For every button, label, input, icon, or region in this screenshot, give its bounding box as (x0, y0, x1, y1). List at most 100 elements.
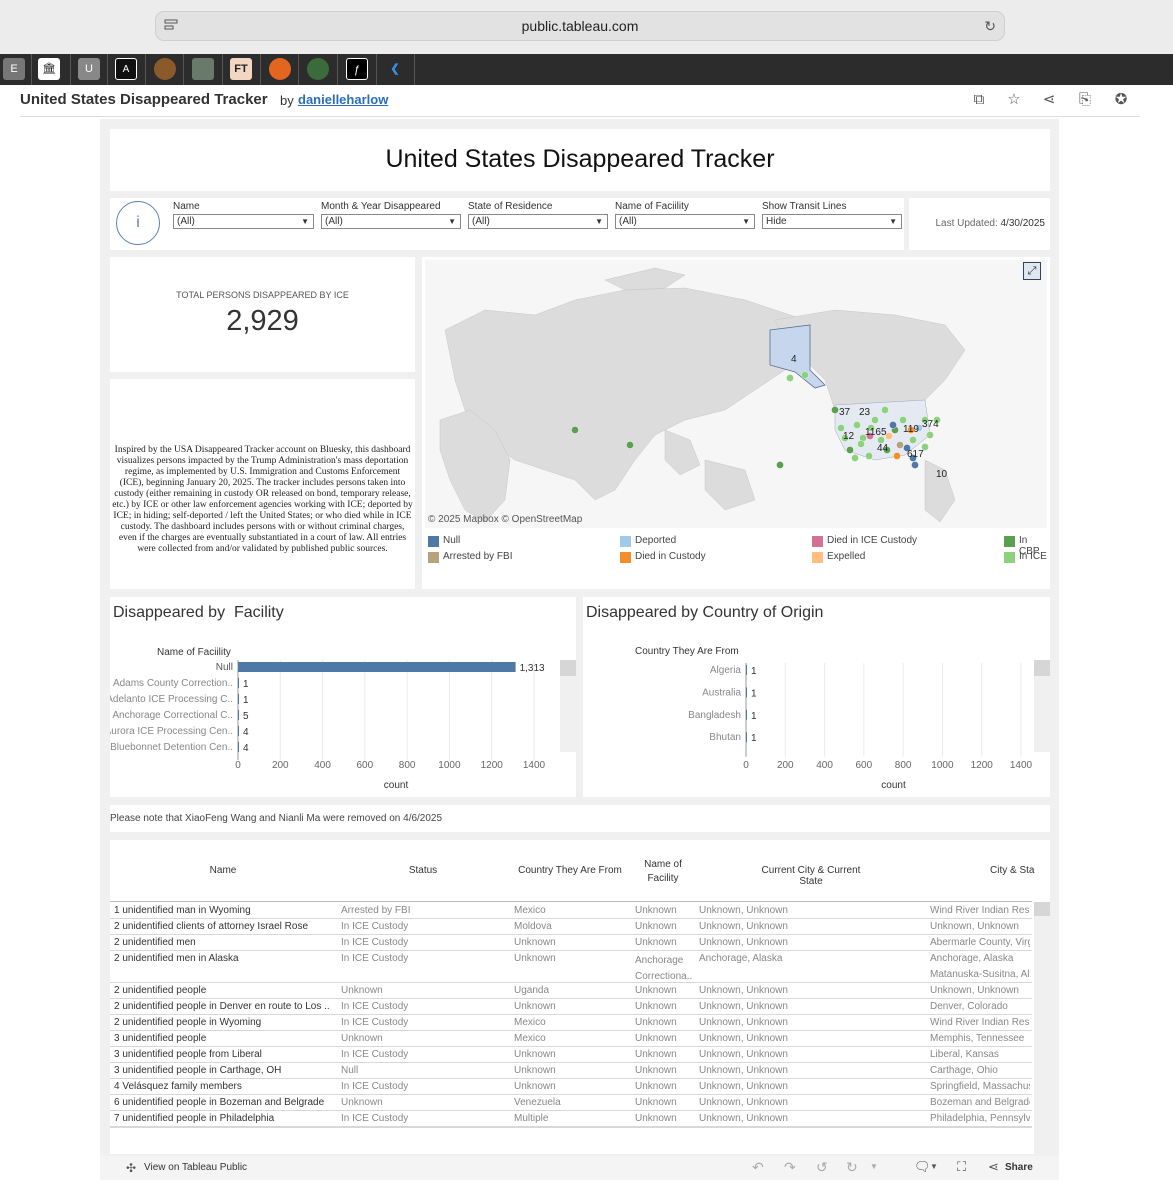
bookmark-a[interactable]: A (115, 58, 137, 80)
map-point[interactable] (853, 421, 861, 429)
map-point[interactable] (911, 461, 919, 469)
category-label[interactable]: Australia (702, 687, 741, 698)
map-point[interactable] (786, 374, 794, 382)
category-label[interactable]: Aurora ICE Processing Cen.. (110, 726, 233, 737)
map-point[interactable] (881, 406, 889, 414)
table-row[interactable]: 2 unidentified people Unknown Uganda Unknow… (110, 983, 1032, 999)
legend-label[interactable]: Arrested by FBI (443, 551, 512, 562)
bookmark-portrait-icon[interactable] (192, 58, 214, 80)
share-icon[interactable]: ⋖ (1040, 91, 1058, 109)
bookmark-dollar-icon[interactable]: ƒ (346, 58, 368, 80)
map-point[interactable] (926, 431, 934, 439)
refresh-icon[interactable]: ↻ (846, 1159, 858, 1176)
bookmark-ft[interactable]: FT (230, 58, 252, 80)
bar[interactable] (238, 678, 239, 688)
table-row[interactable]: 7 unidentified people in Philadelphia In … (110, 1111, 1032, 1127)
map-point[interactable] (846, 446, 854, 454)
legend-label[interactable]: Expelled (827, 551, 865, 562)
legend-label[interactable]: Died in Custody (635, 551, 706, 562)
map-point[interactable] (871, 416, 879, 424)
category-label[interactable]: Null (216, 662, 233, 673)
bookmark-orange-icon[interactable] (269, 58, 291, 80)
table-row[interactable]: 2 unidentified men In ICE Custody Unknown U… (110, 935, 1032, 951)
bookmark-seal-icon[interactable] (154, 58, 176, 80)
copy-icon[interactable]: ⧉ (970, 91, 988, 109)
table-row[interactable]: 6 unidentified people in Bozeman and Bel… (110, 1095, 1032, 1111)
bar[interactable] (238, 742, 239, 752)
view-on-tableau-link[interactable]: View on Tableau Public (144, 1162, 247, 1173)
info-button[interactable]: i (116, 201, 160, 245)
share-icon[interactable]: ⋖ (988, 1159, 999, 1175)
comment-icon[interactable]: 🗨 (914, 1159, 931, 1175)
redo-icon[interactable]: ↷ (784, 1159, 796, 1176)
column-header[interactable]: Current City & Current State (751, 865, 871, 887)
bookmark-u[interactable]: U (78, 58, 100, 80)
column-header[interactable]: City & Sta (990, 865, 1050, 876)
map-point[interactable] (889, 421, 897, 429)
column-header[interactable]: Country They Are From (510, 865, 630, 876)
table-row[interactable]: 3 unidentified people in Carthage, OH Nul… (110, 1063, 1032, 1079)
category-label[interactable]: Bhutan (709, 732, 741, 743)
map-point[interactable] (776, 461, 784, 469)
bar[interactable] (746, 732, 747, 743)
table-row[interactable]: 3 unidentified people Unknown Mexico Unknow… (110, 1031, 1032, 1047)
legend-label[interactable]: In ICE (1019, 551, 1047, 562)
world-map[interactable]: 4 37 23 12 1165 119 374 44 617 10 (425, 260, 1047, 528)
bookmark-flutter-icon[interactable]: ❮ (384, 58, 406, 80)
table-row[interactable]: 4 Velásquez family members In ICE Custody… (110, 1079, 1032, 1095)
map-point[interactable] (865, 452, 873, 460)
map-point[interactable] (571, 426, 579, 434)
map-expand-icon[interactable]: ⤢ (1023, 262, 1041, 280)
badge-icon[interactable]: ✪ (1112, 91, 1130, 109)
bar[interactable] (746, 665, 747, 675)
filter-name-dropdown[interactable]: (All) ▼ (173, 214, 314, 229)
category-label[interactable]: Bluebonnet Detention Cen.. (110, 742, 233, 753)
download-icon[interactable]: ⎘ (1076, 91, 1094, 109)
map-point[interactable] (893, 452, 901, 460)
legend-label[interactable]: Null (443, 535, 460, 546)
table-row[interactable]: 3 unidentified people from Liberal In ICE… (110, 1047, 1032, 1063)
bar[interactable] (238, 726, 239, 736)
filter-month-dropdown[interactable]: (All) ▼ (321, 214, 461, 229)
bar[interactable] (238, 662, 516, 672)
table-row[interactable]: 2 unidentified clients of attorney Israe… (110, 919, 1032, 935)
table-row[interactable]: 1 unidentified man in Wyoming Arrested by… (110, 903, 1032, 919)
map-point[interactable] (831, 406, 839, 414)
table-scrollbar[interactable] (1034, 902, 1050, 1154)
bar[interactable] (238, 710, 240, 720)
map-point[interactable] (851, 454, 859, 462)
share-button[interactable]: Share (1005, 1162, 1033, 1173)
legend-label[interactable]: Died in ICE Custody (827, 535, 917, 546)
undo-icon[interactable]: ↶ (752, 1159, 764, 1176)
map-point[interactable] (909, 436, 917, 444)
map-point[interactable] (899, 416, 907, 424)
favorite-star-icon[interactable]: ☆ (1005, 91, 1023, 109)
fullscreen-icon[interactable]: ⛶ (957, 1159, 966, 1175)
column-header[interactable]: Status (363, 865, 483, 876)
filter-transit-dropdown[interactable]: Hide ▼ (762, 214, 902, 229)
comment-dropdown-icon[interactable]: ▼ (930, 1162, 938, 1171)
column-header[interactable]: Name (163, 865, 283, 876)
category-label[interactable]: Adelanto ICE Processing C.. (110, 694, 233, 705)
pause-dropdown-icon[interactable]: ▼ (870, 1162, 878, 1171)
filter-state-dropdown[interactable]: (All) ▼ (468, 214, 608, 229)
map-point[interactable] (896, 441, 904, 449)
bookmark-library-icon[interactable]: 🏛 (38, 58, 60, 80)
column-header[interactable]: Name of Facility (633, 858, 693, 886)
table-row[interactable]: 2 unidentified men in Alaska In ICE Custo… (110, 951, 1032, 983)
reload-icon[interactable]: ↻ (984, 18, 996, 35)
bar[interactable] (746, 709, 747, 720)
table-row[interactable]: 2 unidentified people in Denver en route… (110, 999, 1032, 1015)
legend-label[interactable]: Deported (635, 535, 676, 546)
author-link[interactable]: danielleharlow (298, 92, 388, 107)
map-point[interactable] (801, 371, 809, 379)
category-label[interactable]: Adams County Correction.. (113, 678, 233, 689)
bookmark-globe-icon[interactable] (307, 58, 329, 80)
map-point[interactable] (626, 441, 634, 449)
address-bar[interactable]: public.tableau.com ↻ (155, 11, 1005, 41)
category-label[interactable]: Anchorage Correctional C.. (112, 710, 233, 721)
bookmark-e[interactable]: E (3, 58, 25, 80)
bar[interactable] (746, 687, 747, 698)
category-label[interactable]: Bangladesh (688, 710, 741, 721)
map-point[interactable] (857, 440, 865, 448)
